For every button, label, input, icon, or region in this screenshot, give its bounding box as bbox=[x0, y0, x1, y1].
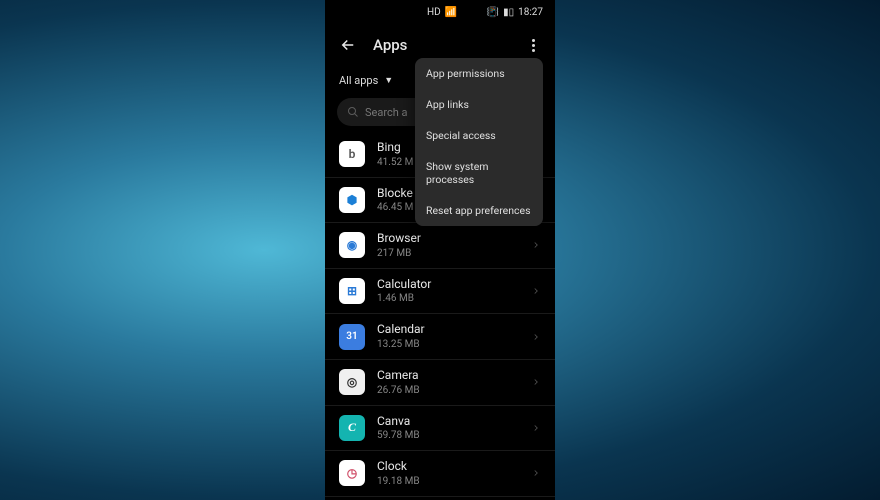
app-icon: ◎ bbox=[339, 369, 365, 395]
menu-item[interactable]: Show system processes bbox=[415, 151, 543, 195]
app-size: 59.78 MB bbox=[377, 429, 519, 442]
menu-item[interactable]: Reset app preferences bbox=[415, 195, 543, 226]
app-icon: ⬢ bbox=[339, 187, 365, 213]
more-icon[interactable] bbox=[525, 37, 541, 53]
overflow-menu: App permissionsApp linksSpecial accessSh… bbox=[415, 58, 543, 226]
app-info: Calendar 13.25 MB bbox=[377, 322, 519, 351]
app-info: Clock 19.18 MB bbox=[377, 459, 519, 488]
app-row[interactable]: ⊞ Calculator 1.46 MB bbox=[325, 269, 555, 315]
app-icon: ⊞ bbox=[339, 278, 365, 304]
app-size: 19.18 MB bbox=[377, 475, 519, 488]
chevron-right-icon bbox=[531, 332, 541, 342]
signal-icon: 📶 bbox=[445, 7, 457, 18]
chevron-right-icon bbox=[531, 286, 541, 296]
status-bar: HD 📶 📳 ▮▯ 18:27 bbox=[325, 0, 555, 24]
chevron-right-icon bbox=[531, 423, 541, 433]
caret-down-icon: ▼ bbox=[384, 75, 393, 86]
app-row[interactable]: ◉ Browser 217 MB bbox=[325, 223, 555, 269]
app-info: Calculator 1.46 MB bbox=[377, 277, 519, 306]
app-row[interactable]: C Canva 59.78 MB bbox=[325, 406, 555, 452]
app-size: 1.46 MB bbox=[377, 292, 519, 305]
app-icon: ◷ bbox=[339, 460, 365, 486]
search-icon bbox=[347, 106, 359, 118]
phone-frame: HD 📶 📳 ▮▯ 18:27 Apps All apps ▼ Search a… bbox=[325, 0, 555, 500]
page-title: Apps bbox=[373, 36, 509, 54]
app-info: Browser 217 MB bbox=[377, 231, 519, 260]
app-name: Calculator bbox=[377, 277, 519, 293]
filter-label: All apps bbox=[339, 74, 378, 87]
app-size: 13.25 MB bbox=[377, 338, 519, 351]
app-icon: b bbox=[339, 141, 365, 167]
app-name: Calendar bbox=[377, 322, 519, 338]
app-size: 26.76 MB bbox=[377, 384, 519, 397]
app-row[interactable]: ◎ Camera 26.76 MB bbox=[325, 360, 555, 406]
app-name: Clock bbox=[377, 459, 519, 475]
app-size: 217 MB bbox=[377, 247, 519, 260]
app-icon: C bbox=[339, 415, 365, 441]
battery-icon: ▮▯ bbox=[503, 7, 514, 18]
app-icon: ◉ bbox=[339, 232, 365, 258]
search-placeholder: Search a bbox=[365, 106, 408, 119]
hd-indicator: HD bbox=[427, 7, 441, 18]
menu-item[interactable]: Special access bbox=[415, 120, 543, 151]
app-name: Browser bbox=[377, 231, 519, 247]
vibrate-icon: 📳 bbox=[487, 7, 499, 18]
menu-item[interactable]: App links bbox=[415, 89, 543, 120]
app-info: Camera 26.76 MB bbox=[377, 368, 519, 397]
chevron-right-icon bbox=[531, 377, 541, 387]
app-name: Camera bbox=[377, 368, 519, 384]
chevron-right-icon bbox=[531, 240, 541, 250]
app-info: Canva 59.78 MB bbox=[377, 414, 519, 443]
chevron-right-icon bbox=[531, 468, 541, 478]
app-name: Canva bbox=[377, 414, 519, 430]
clock-time: 18:27 bbox=[518, 7, 543, 18]
app-icon: 31 bbox=[339, 324, 365, 350]
back-icon[interactable] bbox=[339, 36, 357, 54]
app-row[interactable]: ◷ Clock 19.18 MB bbox=[325, 451, 555, 497]
app-row[interactable]: 31 Calendar 13.25 MB bbox=[325, 314, 555, 360]
menu-item[interactable]: App permissions bbox=[415, 58, 543, 89]
